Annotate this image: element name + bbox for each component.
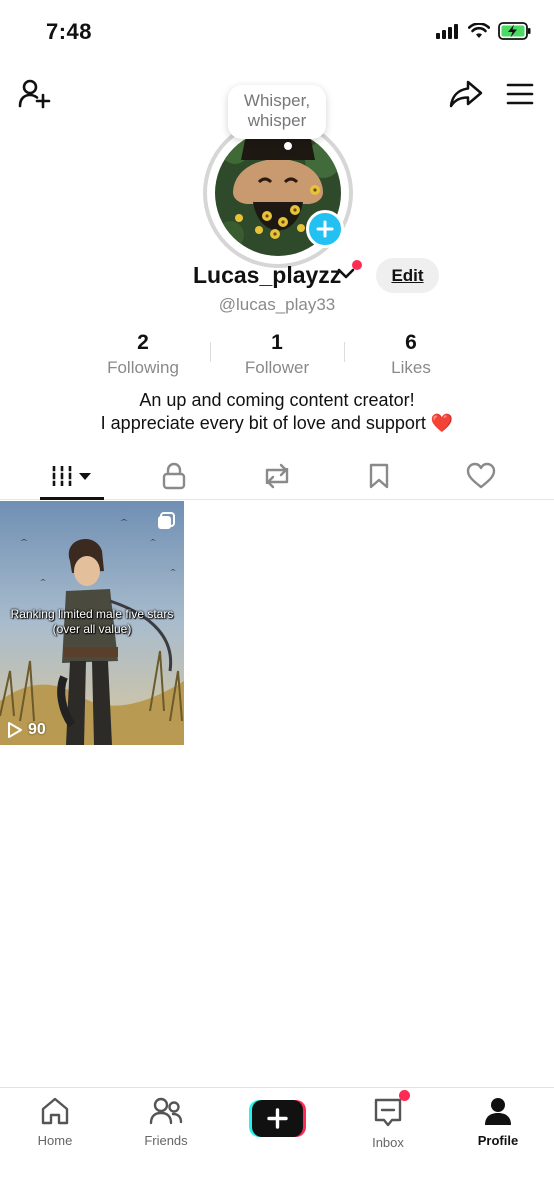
tab-favorites[interactable] — [329, 452, 429, 500]
edit-profile-button[interactable]: Edit — [376, 258, 439, 293]
stat-divider — [344, 342, 345, 362]
play-icon — [8, 722, 22, 738]
notification-dot — [352, 260, 362, 270]
plus-icon — [316, 220, 334, 238]
profile-stats: 2 Following 1 Follower 6 Likes — [0, 330, 554, 380]
nav-inbox[interactable]: Inbox — [338, 1096, 438, 1150]
share-icon — [449, 80, 483, 108]
multi-image-icon — [158, 512, 175, 529]
nav-inbox-label: Inbox — [372, 1135, 404, 1150]
menu-button[interactable] — [500, 74, 540, 114]
view-count-value: 90 — [28, 721, 46, 738]
likes-count: 6 — [405, 331, 417, 354]
nav-home[interactable]: Home — [5, 1096, 105, 1148]
nav-profile-label: Profile — [477, 1133, 519, 1148]
profile-tabs — [0, 452, 554, 500]
nav-friends-label: Friends — [144, 1133, 188, 1148]
likes-label: Likes — [391, 358, 431, 377]
repost-icon — [265, 463, 289, 489]
create-button[interactable] — [249, 1100, 306, 1137]
following-count: 2 — [137, 331, 149, 354]
profile-icon — [485, 1098, 511, 1125]
hamburger-menu-icon — [506, 83, 534, 105]
video-thumbnail[interactable]: Ranking limited male five stars (over al… — [0, 501, 184, 745]
video-caption: Ranking limited male five stars (over al… — [10, 607, 174, 636]
stat-following[interactable]: 2 Following — [78, 330, 208, 379]
note-bubble[interactable]: Whisper, whisper — [228, 85, 326, 139]
follower-label: Follower — [244, 358, 310, 377]
chevron-down-icon[interactable] — [337, 267, 355, 281]
follower-count: 1 — [271, 331, 283, 354]
profile-avatar[interactable] — [203, 118, 353, 268]
bio-line-2: I appreciate every bit of love and suppo… — [0, 412, 554, 435]
profile-bio: An up and coming content creator! I appr… — [0, 389, 554, 435]
username-row: Lucas_playzz Edit — [0, 258, 554, 298]
bio-line-1: An up and coming content creator! — [139, 390, 415, 410]
bookmark-icon — [369, 463, 389, 489]
battery-charging-icon — [498, 22, 531, 40]
active-tab-indicator — [40, 497, 104, 500]
home-icon — [41, 1097, 69, 1125]
video-view-count: 90 — [7, 721, 46, 739]
wifi-icon — [468, 23, 490, 38]
tab-liked[interactable] — [431, 452, 531, 500]
grid-videos-icon — [52, 466, 91, 486]
heart-icon — [466, 462, 496, 489]
bottom-nav: Home Friends Inbox Profile — [0, 1087, 554, 1199]
heart-emoji: ❤️ — [430, 413, 454, 433]
stat-likes[interactable]: 6 Likes — [346, 330, 476, 379]
lock-icon — [162, 462, 186, 490]
tab-videos[interactable] — [22, 452, 122, 500]
nav-home-label: Home — [37, 1133, 73, 1148]
nav-profile[interactable]: Profile — [448, 1096, 548, 1148]
add-friend-icon — [18, 79, 51, 109]
tab-reposts[interactable] — [227, 452, 327, 500]
username[interactable]: Lucas_playzz — [193, 262, 341, 289]
tab-private[interactable] — [124, 452, 224, 500]
following-label: Following — [107, 358, 179, 377]
cellular-signal-icon — [436, 24, 458, 39]
inbox-notification-dot — [399, 1090, 410, 1101]
friends-icon — [149, 1097, 183, 1125]
add-friend-button[interactable] — [14, 74, 54, 114]
nav-friends[interactable]: Friends — [116, 1096, 216, 1148]
note-bubble-tail — [284, 142, 292, 150]
share-profile-button[interactable] — [446, 74, 486, 114]
user-handle: @lucas_play33 — [218, 295, 336, 314]
status-icons — [436, 22, 532, 40]
add-story-button[interactable] — [306, 210, 344, 248]
bio-line-2-text: I appreciate every bit of love and suppo… — [100, 413, 426, 433]
status-time: 7:48 — [46, 19, 93, 44]
status-bar: 7:48 — [0, 0, 554, 64]
inbox-icon — [374, 1098, 402, 1127]
plus-icon — [249, 1100, 306, 1137]
stat-followers[interactable]: 1 Follower — [212, 330, 342, 379]
stat-divider — [210, 342, 211, 362]
